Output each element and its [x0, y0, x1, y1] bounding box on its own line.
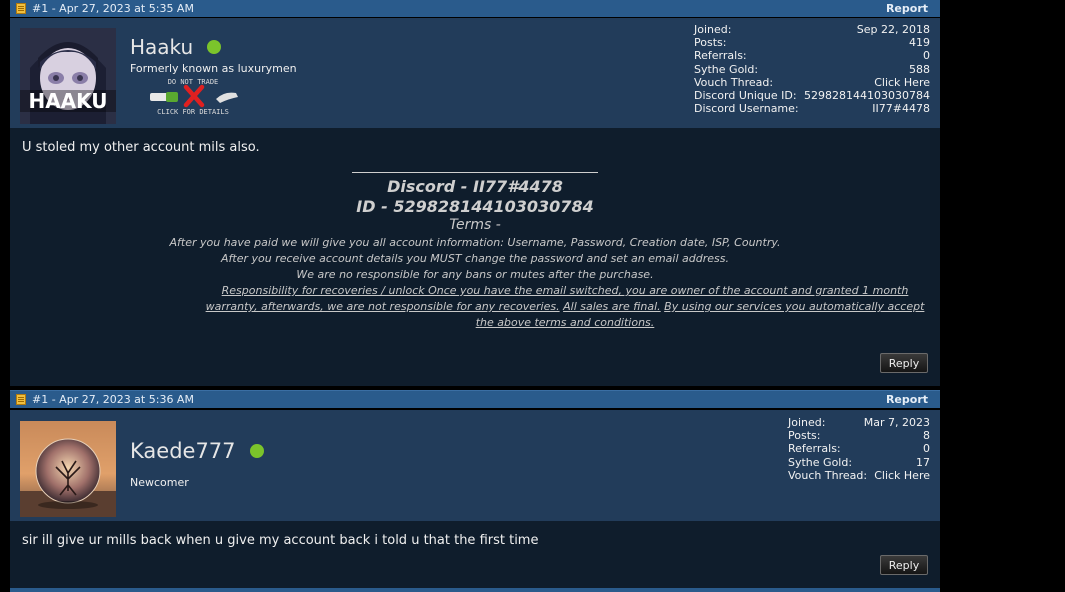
avatar[interactable]: HAAKU — [20, 28, 116, 124]
handshake-right-icon — [216, 92, 238, 103]
post-icon — [16, 3, 26, 14]
post-header: #1 - Apr 27, 2023 at 5:36 AM Report — [10, 390, 940, 408]
avatar[interactable] — [20, 421, 116, 517]
user-stats: Joined: Sep 22, 2018 Posts: 419 Referrals:… — [694, 23, 930, 115]
post: #1 - Apr 27, 2023 at 5:35 AM Report HAAK… — [10, 0, 940, 386]
reply-button[interactable]: Reply — [880, 555, 928, 575]
vouch-thread-link[interactable]: Click Here — [874, 469, 930, 482]
reply-button[interactable]: Reply — [880, 353, 928, 373]
stat-vouch-thread[interactable]: Vouch Thread: Click Here — [694, 76, 930, 89]
signature-line-2: After you receive account details you MU… — [221, 252, 729, 265]
user-title: Formerly known as luxurymen — [130, 62, 297, 75]
post-header: #1 - Apr 27, 2023 at 5:35 AM Report — [10, 0, 940, 17]
stat-discord-id: Discord Unique ID: 529828144103030784 — [694, 89, 930, 103]
stat-sythe-gold: Sythe Gold: 17 — [788, 455, 930, 469]
report-link[interactable]: Report — [886, 393, 928, 406]
report-link[interactable]: Report — [886, 2, 928, 15]
avatar-text: HAAKU — [28, 89, 107, 113]
signature-terms-b: All sales are final. — [563, 300, 661, 313]
signature-discord: Discord - II77#4478 — [387, 177, 563, 196]
post-icon — [16, 394, 26, 405]
online-status-icon — [249, 444, 264, 458]
username-text[interactable]: Kaede777 — [130, 439, 236, 463]
stat-posts: Posts: 419 — [694, 36, 930, 50]
stat-joined: Joined: Sep 22, 2018 — [694, 23, 930, 36]
username[interactable]: Kaede777 — [130, 439, 264, 463]
stat-joined: Joined: Mar 7, 2023 — [788, 416, 930, 429]
post-number[interactable]: #1 - Apr 27, 2023 at 5:35 AM — [32, 2, 194, 15]
signature-line-3: We are no responsible for any bans or mu… — [296, 268, 654, 281]
post-bottom-border — [10, 588, 940, 592]
stat-referrals: Referrals: 0 — [788, 442, 930, 456]
badge-top-text: DO NOT TRADE — [168, 78, 219, 86]
do-not-trade-badge[interactable]: DO NOT TRADE CLICK FOR DETAILS — [138, 77, 248, 117]
badge-bottom-text: CLICK FOR DETAILS — [157, 108, 229, 116]
user-info-bar: HAAKU Haaku Formerly known as luxurymen … — [10, 18, 940, 128]
post: #1 - Apr 27, 2023 at 5:36 AM Report Kaed… — [10, 390, 940, 592]
handshake-left-icon — [150, 92, 178, 102]
stat-discord-username: Discord Username: II77#4478 — [694, 102, 930, 116]
post-message: U stoled my other account mils also. — [22, 140, 260, 155]
vouch-thread-link[interactable]: Click Here — [874, 76, 930, 89]
signature-terms-paragraph: Responsibility for recoveries / unlock O… — [205, 283, 925, 331]
signature-divider — [352, 172, 598, 173]
signature-line-1: After you have paid we will give you all… — [169, 236, 781, 249]
user-info-bar: Kaede777 Newcomer Joined: Mar 7, 2023 Pos… — [10, 410, 940, 521]
stat-sythe-gold: Sythe Gold: 588 — [694, 62, 930, 76]
x-cross-icon — [183, 84, 205, 108]
signature-id: ID - 529828144103030784 — [356, 197, 594, 216]
user-title: Newcomer — [130, 476, 189, 489]
username[interactable]: Haaku — [130, 35, 222, 59]
stat-vouch-thread[interactable]: Vouch Thread: Click Here — [788, 469, 930, 482]
user-stats: Joined: Mar 7, 2023 Posts: 8 Referrals: 0 S… — [788, 416, 930, 482]
stat-referrals: Referrals: 0 — [694, 49, 930, 63]
stat-posts: Posts: 8 — [788, 429, 930, 443]
signature-terms-heading: Terms - — [449, 217, 501, 233]
post-message: sir ill give ur mills back when u give m… — [22, 533, 539, 548]
online-status-icon — [207, 40, 222, 54]
post-number[interactable]: #1 - Apr 27, 2023 at 5:36 AM — [32, 393, 194, 406]
username-text[interactable]: Haaku — [130, 35, 193, 59]
post-body: sir ill give ur mills back when u give m… — [10, 521, 940, 588]
